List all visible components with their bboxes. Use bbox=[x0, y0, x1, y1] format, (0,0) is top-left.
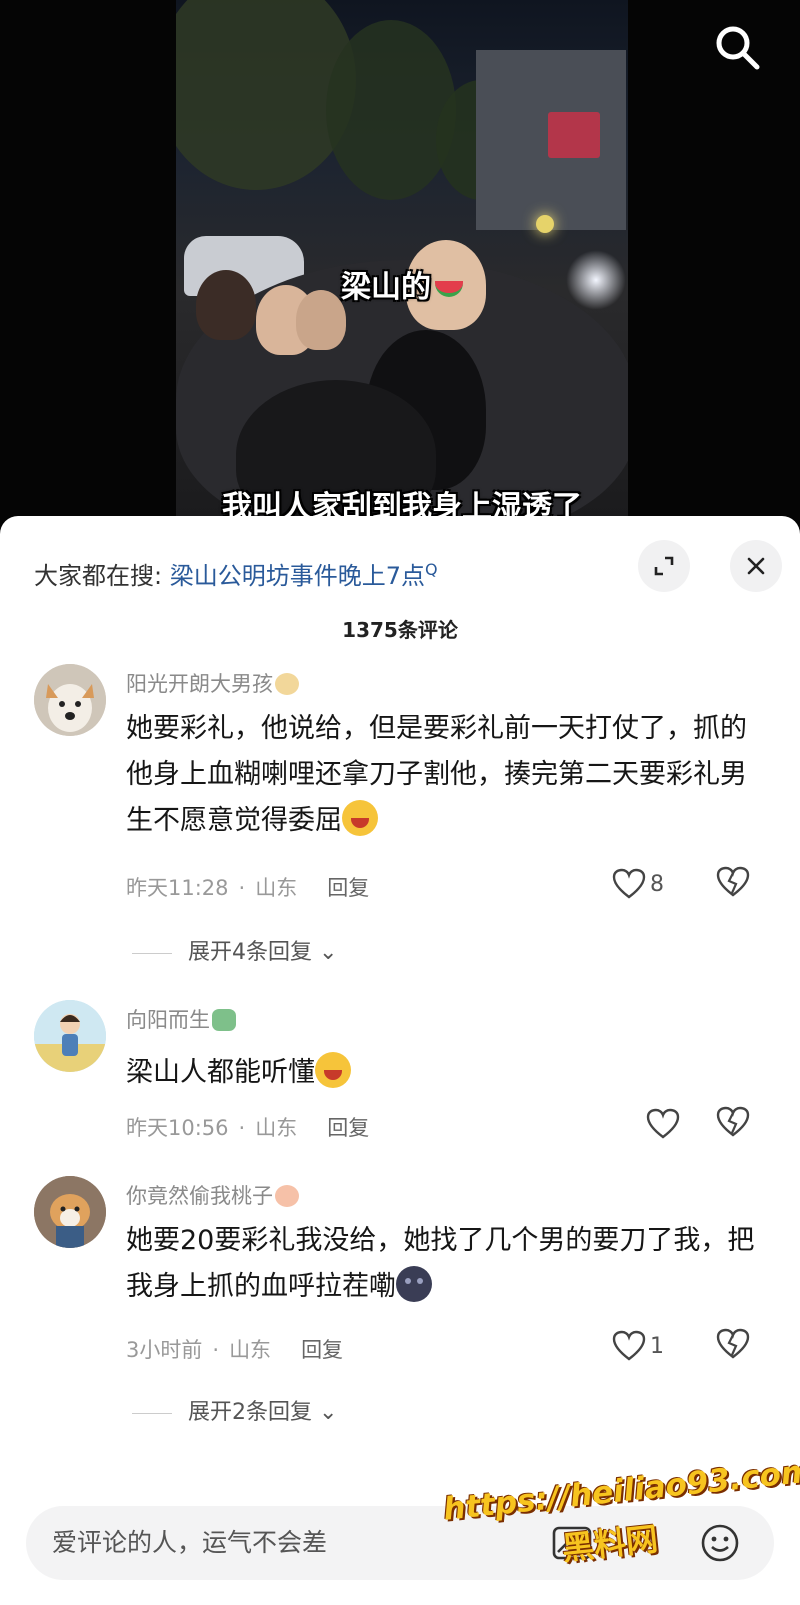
separator-dot: · bbox=[238, 1116, 246, 1140]
avatar[interactable] bbox=[34, 1176, 106, 1248]
clap-emoji-icon bbox=[275, 673, 299, 695]
comment-meta: 昨天11:28 · 山东 回复 bbox=[126, 872, 369, 902]
divider-line bbox=[132, 1412, 172, 1414]
like-button[interactable]: 8 bbox=[612, 866, 682, 902]
reply-button[interactable]: 回复 bbox=[327, 1116, 369, 1140]
trending-search-bar[interactable]: 大家都在搜: 梁山公明坊事件晚上7点Q bbox=[34, 550, 594, 590]
comment-text-content: 梁山人都能听懂 bbox=[126, 1057, 315, 1088]
comment-item: 你竟然偷我桃子 她要20要彩礼我没给，她找了几个男的要刀了我，把我身上抓的血呼拉… bbox=[0, 1176, 800, 1436]
username-text: 向阳而生 bbox=[126, 1008, 210, 1032]
trending-search-prefix: 大家都在搜: bbox=[34, 562, 163, 590]
chevron-down-icon: ⌄ bbox=[312, 1400, 338, 1425]
comment-username[interactable]: 阳光开朗大男孩 bbox=[126, 668, 299, 698]
watermark-name: 黑料网 bbox=[560, 1519, 660, 1568]
username-text: 阳光开朗大男孩 bbox=[126, 672, 273, 696]
expand-icon[interactable] bbox=[638, 540, 690, 592]
video-caption-top: 梁山的 bbox=[176, 262, 628, 306]
comment-text: 她要20要彩礼我没给，她找了几个男的要刀了我，把我身上抓的血呼拉茬嘞 bbox=[126, 1218, 766, 1310]
comment-username[interactable]: 你竟然偷我桃子 bbox=[126, 1180, 299, 1210]
screen: 梁山的 我叫人家刮到我身上湿透了 大家都在搜: 梁山公明坊事件晚上7点Q 137… bbox=[0, 0, 800, 1605]
comment-location: 山东 bbox=[255, 1116, 298, 1140]
broken-heart-icon[interactable] bbox=[716, 1106, 752, 1142]
peach-emoji-icon bbox=[275, 1185, 299, 1207]
close-icon[interactable] bbox=[730, 540, 782, 592]
clover-emoji-icon bbox=[212, 1009, 236, 1031]
comment-time: 3小时前 bbox=[126, 1338, 203, 1362]
comment-location: 山东 bbox=[229, 1338, 272, 1362]
video-player[interactable]: 梁山的 我叫人家刮到我身上湿透了 bbox=[0, 0, 800, 530]
separator-dot: · bbox=[238, 876, 246, 900]
comment-item: 阳光开朗大男孩 她要彩礼，他说给，但是要彩礼前一天打仗了，抓的他身上血糊喇哩还拿… bbox=[0, 664, 800, 965]
comment-text-content: 她要20要彩礼我没给，她找了几个男的要刀了我，把我身上抓的血呼拉茬嘞 bbox=[126, 1225, 755, 1302]
comment-input-placeholder: 爱评论的人，运气不会差 bbox=[52, 1528, 328, 1557]
comment-text: 梁山人都能听懂 bbox=[126, 1050, 766, 1096]
broken-heart-icon[interactable] bbox=[716, 866, 752, 902]
avatar[interactable] bbox=[34, 1000, 106, 1072]
trending-search-query[interactable]: 梁山公明坊事件晚上7点 bbox=[170, 562, 425, 590]
reply-button[interactable]: 回复 bbox=[327, 876, 369, 900]
dark-face-emoji-icon bbox=[396, 1266, 432, 1302]
expand-replies-label: 展开2条回复 bbox=[188, 1400, 312, 1425]
avatar[interactable] bbox=[34, 664, 106, 736]
like-button[interactable]: 1 bbox=[612, 1328, 682, 1364]
tree-shape bbox=[326, 20, 456, 200]
expand-replies-label: 展开4条回复 bbox=[188, 940, 312, 965]
comment-meta: 昨天10:56 · 山东 回复 bbox=[126, 1112, 369, 1142]
shop-sign bbox=[548, 112, 600, 158]
like-button[interactable] bbox=[646, 1106, 716, 1142]
comment-time: 昨天10:56 bbox=[126, 1116, 229, 1140]
comment-text-content: 她要彩礼，他说给，但是要彩礼前一天打仗了，抓的他身上血糊喇哩还拿刀子割他，揍完第… bbox=[126, 713, 747, 836]
watermelon-emoji-icon bbox=[435, 280, 463, 297]
cry-laugh-emoji-icon bbox=[342, 800, 378, 836]
like-count: 8 bbox=[650, 871, 664, 897]
heart-icon bbox=[612, 1330, 646, 1361]
caption-text: 梁山的 bbox=[341, 270, 431, 305]
expand-replies-button[interactable]: 展开4条回复 ⌄ bbox=[132, 934, 337, 966]
comment-username[interactable]: 向阳而生 bbox=[126, 1004, 236, 1034]
video-frame[interactable]: 梁山的 我叫人家刮到我身上湿透了 bbox=[176, 0, 628, 530]
heart-icon bbox=[646, 1108, 680, 1139]
comment-item: 向阳而生 梁山人都能听懂 昨天10:56 · 山东 回复 bbox=[0, 1000, 800, 1140]
separator-dot: · bbox=[212, 1338, 220, 1362]
heart-icon bbox=[612, 868, 646, 899]
broken-heart-icon[interactable] bbox=[716, 1328, 752, 1364]
username-text: 你竟然偷我桃子 bbox=[126, 1184, 273, 1208]
comment-sheet: 大家都在搜: 梁山公明坊事件晚上7点Q 1375条评论 阳光开朗大男孩 她要彩礼… bbox=[0, 516, 800, 1605]
cry-laugh-emoji-icon bbox=[315, 1052, 351, 1088]
comment-meta: 3小时前 · 山东 回复 bbox=[126, 1334, 343, 1364]
chevron-down-icon: ⌄ bbox=[312, 940, 338, 965]
comment-text: 她要彩礼，他说给，但是要彩礼前一天打仗了，抓的他身上血糊喇哩还拿刀子割他，揍完第… bbox=[126, 706, 766, 844]
comment-count: 1375条评论 bbox=[342, 618, 458, 642]
like-count: 1 bbox=[650, 1333, 664, 1359]
expand-replies-button[interactable]: 展开2条回复 ⌄ bbox=[132, 1394, 337, 1426]
divider-line bbox=[132, 952, 172, 954]
reply-button[interactable]: 回复 bbox=[301, 1338, 343, 1362]
street-light bbox=[536, 215, 554, 233]
search-icon[interactable] bbox=[712, 22, 762, 72]
comment-location: 山东 bbox=[255, 876, 298, 900]
comment-time: 昨天11:28 bbox=[126, 876, 229, 900]
search-glyph-icon: Q bbox=[425, 560, 438, 579]
